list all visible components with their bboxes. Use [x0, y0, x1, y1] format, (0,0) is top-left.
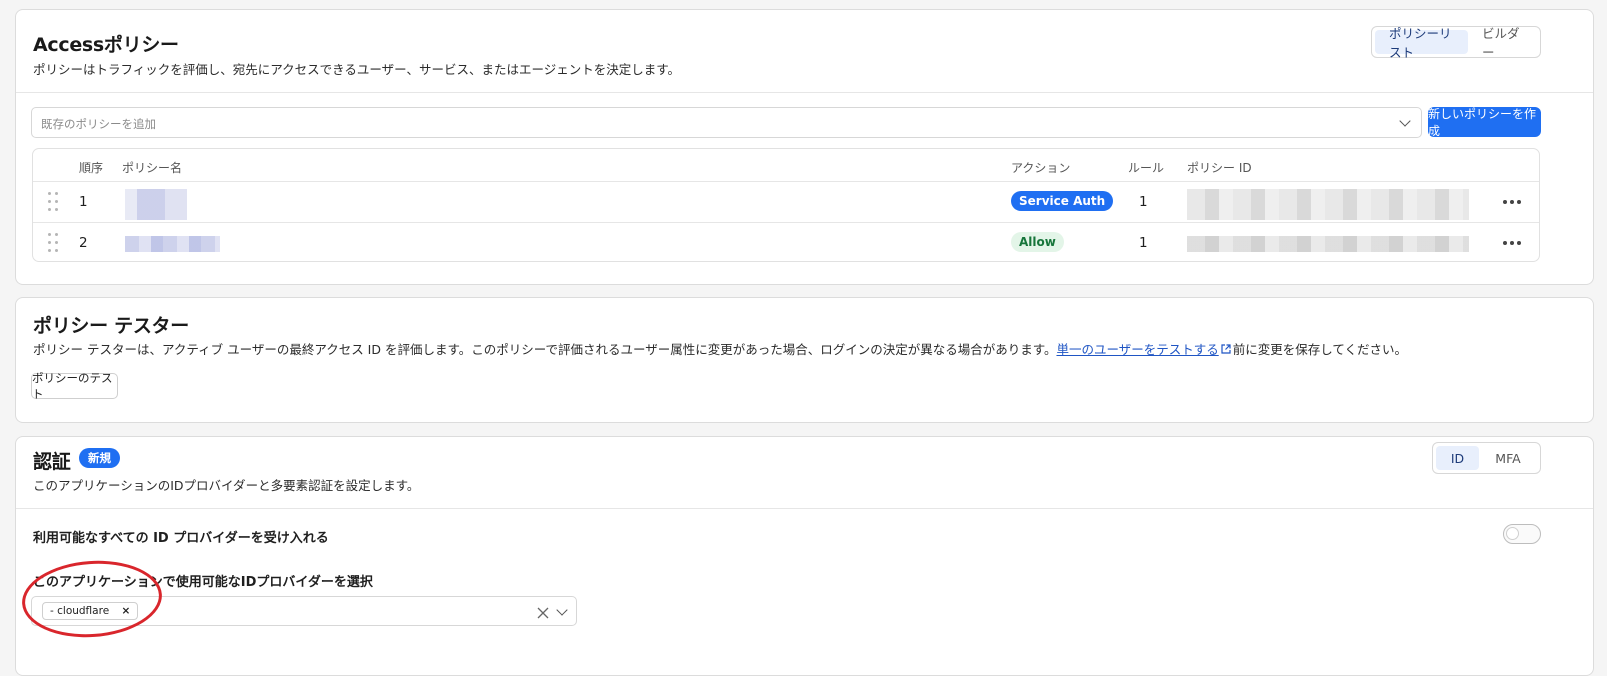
policy-tester-description-suffix: 前に変更を保存してください。: [1232, 342, 1407, 357]
create-policy-button[interactable]: 新しいポリシーを作成: [1428, 107, 1541, 138]
policy-tester-description: ポリシー テスターは、アクティブ ユーザーの最終アクセス ID を評価します。こ…: [33, 339, 1407, 358]
test-single-user-link[interactable]: 単一のユーザーをテストする: [1056, 342, 1218, 357]
column-header-order: 順序: [79, 161, 104, 175]
policy-name-redacted[interactable]: [125, 236, 220, 252]
column-header-name: ポリシー名: [122, 161, 183, 175]
external-link-icon[interactable]: [1221, 342, 1231, 357]
access-policy-card: Accessポリシー ポリシーはトラフィックを評価し、宛先にアクセスできるユーザ…: [15, 9, 1594, 285]
add-existing-policy-placeholder: 既存のポリシーを追加: [41, 117, 156, 131]
more-actions-icon[interactable]: [1503, 200, 1521, 204]
authentication-description: このアプリケーションのIDプロバイダーと多要素認証を設定します。: [33, 478, 420, 493]
authentication-title: 認証: [33, 451, 71, 473]
column-header-rules: ルール: [1128, 161, 1165, 175]
chevron-down-icon: [1399, 115, 1411, 127]
new-badge: 新規: [79, 448, 120, 468]
policy-tester-description-text: ポリシー テスターは、アクティブ ユーザーの最終アクセス ID を評価します。こ…: [33, 342, 1057, 357]
chevron-down-icon[interactable]: [556, 604, 568, 616]
view-toggle: ポリシーリスト ビルダー: [1371, 26, 1541, 60]
policy-id-redacted: [1187, 189, 1469, 220]
column-header-policy-id: ポリシー ID: [1187, 161, 1252, 175]
policy-tester-card: ポリシー テスター ポリシー テスターは、アクティブ ユーザーの最終アクセス I…: [15, 297, 1594, 423]
policy-order: 2: [79, 235, 88, 251]
access-policy-title: Accessポリシー: [33, 34, 179, 56]
accept-all-idp-label: 利用可能なすべての ID プロバイダーを受け入れる: [33, 531, 329, 546]
accept-all-idp-toggle[interactable]: [1503, 524, 1541, 544]
policy-name-redacted[interactable]: [125, 189, 187, 220]
divider: [16, 92, 1593, 93]
divider: [16, 508, 1593, 509]
table-row[interactable]: 2 Allow 1: [33, 222, 1539, 263]
policy-id-redacted: [1187, 236, 1469, 252]
rule-count: 1: [1139, 194, 1148, 210]
authentication-card: 認証 新規 このアプリケーションのIDプロバイダーと多要素認証を設定します。 I…: [15, 436, 1594, 676]
access-policy-description: ポリシーはトラフィックを評価し、宛先にアクセスできるユーザー、サービス、またはエ…: [33, 62, 681, 77]
tab-mfa[interactable]: MFA: [1479, 446, 1537, 470]
clear-selection-icon[interactable]: [537, 604, 549, 623]
test-policy-button[interactable]: ポリシーのテスト: [31, 371, 118, 401]
table-row[interactable]: 1 Service Auth 1: [33, 181, 1539, 222]
action-badge-allow: Allow: [1011, 232, 1064, 252]
more-actions-icon[interactable]: [1503, 241, 1521, 245]
column-header-action: アクション: [1011, 161, 1071, 175]
action-badge-service-auth: Service Auth: [1011, 191, 1114, 211]
add-existing-policy-select[interactable]: 既存のポリシーを追加: [31, 107, 1422, 138]
policy-tester-title: ポリシー テスター: [33, 315, 189, 337]
drag-handle-icon[interactable]: [48, 192, 60, 212]
policy-order: 1: [79, 194, 88, 210]
tab-builder[interactable]: ビルダー: [1468, 26, 1537, 60]
drag-handle-icon[interactable]: [48, 233, 60, 253]
tab-id[interactable]: ID: [1436, 446, 1479, 470]
policy-table: 順序 ポリシー名 アクション ルール ポリシー ID 1 Service Aut…: [32, 148, 1540, 262]
toggle-knob: [1506, 527, 1519, 540]
auth-tab-toggle: ID MFA: [1432, 442, 1541, 474]
tab-policy-list[interactable]: ポリシーリスト: [1375, 26, 1468, 60]
rule-count: 1: [1139, 235, 1148, 251]
